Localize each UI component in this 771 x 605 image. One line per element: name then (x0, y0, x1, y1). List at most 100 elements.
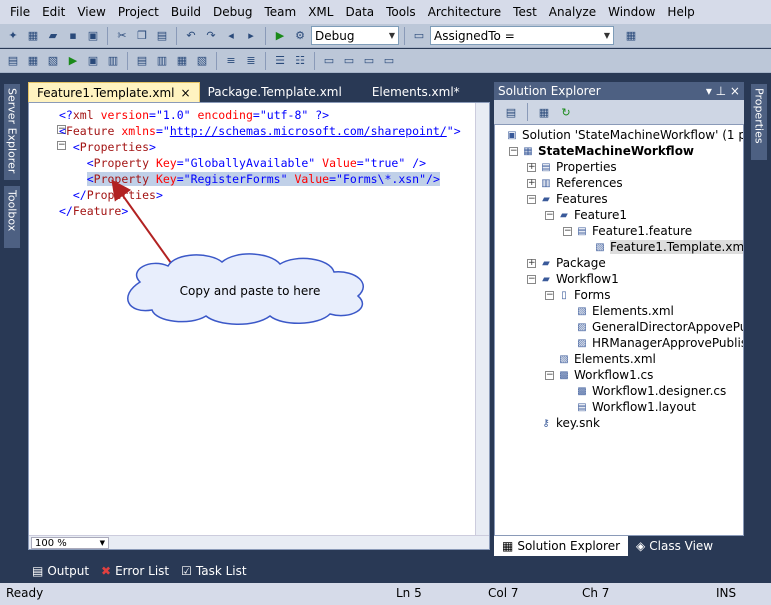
tree-node[interactable]: − ▦ StateMachineWorkflow (509, 143, 694, 159)
xml-file-icon: ▧ (577, 305, 587, 317)
solution-icon: ▣ (507, 129, 517, 141)
tree-node[interactable]: − ▯ Forms (545, 287, 610, 303)
tree-node[interactable]: ▩ Workflow1.designer.cs (563, 383, 726, 399)
properties-window-icon[interactable]: ▤ (502, 103, 520, 121)
tree-node[interactable]: ▨ GeneralDirectorAppovePublis (563, 319, 743, 335)
package-icon: ▰ (542, 257, 550, 269)
tree-node-label: Forms (574, 288, 611, 302)
collapse-icon[interactable]: − (527, 274, 536, 284)
tab-label: Class View (649, 539, 714, 553)
workflow-icon: ▰ (542, 273, 550, 285)
tree-node-label: Properties (556, 160, 617, 174)
form-file-icon: ▨ (577, 321, 587, 333)
tab-error-list[interactable]: ✖ Error List (97, 561, 173, 581)
xml-file-icon: ▧ (559, 353, 569, 365)
tree-node-label: Workflow1.cs (574, 368, 654, 382)
tree-node-label: Features (556, 192, 608, 206)
class-view-icon: ◈ (636, 539, 646, 553)
tree-node-label: key.snk (556, 416, 600, 430)
expand-icon[interactable]: + (527, 162, 536, 172)
feature-file-icon: ▤ (577, 225, 587, 237)
tree-node[interactable]: − ▤ Feature1.feature (563, 223, 692, 239)
collapse-icon[interactable]: − (509, 146, 518, 156)
tree-node[interactable]: ▤ Workflow1.layout (563, 399, 696, 415)
toolbar-separator (527, 103, 528, 121)
refresh-icon[interactable]: ↻ (557, 103, 575, 121)
solution-explorer-titlebar: Solution Explorer ▾ ⊥ × (494, 82, 744, 100)
collapse-icon[interactable]: − (545, 290, 554, 300)
solution-explorer-toolbar: ▤ ▦ ↻ (494, 100, 744, 124)
tree-node-label: Feature1.feature (592, 224, 693, 238)
collapse-icon[interactable]: − (545, 370, 554, 380)
feature-icon: ▰ (560, 209, 568, 221)
bottom-tool-tabs: ▤ Output ✖ Error List ☑ Task List (28, 561, 251, 581)
properties-icon: ▤ (541, 161, 551, 173)
annotation-text: Copy and paste to here (179, 284, 321, 298)
status-text: Ready (6, 586, 44, 600)
tree-node[interactable]: − ▰ Features (527, 191, 608, 207)
collapse-icon[interactable]: − (563, 226, 572, 236)
tree-node[interactable]: − ▰ Workflow1 (527, 271, 619, 287)
project-icon: ▦ (523, 145, 533, 157)
tab-output[interactable]: ▤ Output (28, 561, 93, 581)
references-icon: ▥ (541, 177, 551, 189)
tree-node[interactable]: − ▩ Workflow1.cs (545, 367, 653, 383)
expand-icon[interactable]: + (527, 258, 536, 268)
task-list-icon: ☑ (181, 564, 192, 578)
tree-node-label: HRManagerApprovePublish.x (592, 336, 743, 350)
tree-node[interactable]: ▣ Solution 'StateMachineWorkflow' (1 proj… (505, 127, 743, 143)
tree-node-label: Workflow1.layout (592, 400, 696, 414)
solution-explorer-tabs: ▦ Solution Explorer ◈ Class View (494, 536, 744, 556)
tree-node-label: Package (556, 256, 606, 270)
status-insert-mode: INS (716, 586, 737, 600)
expand-icon[interactable]: + (527, 178, 536, 188)
tree-node[interactable]: + ▥ References (527, 175, 623, 191)
xml-file-icon: ▧ (595, 241, 605, 253)
status-char: Ch 7 (582, 586, 610, 600)
tree-node[interactable]: + ▰ Package (527, 255, 606, 271)
tree-node-label: Elements.xml (574, 352, 656, 366)
tree-node[interactable]: ⚷ key.snk (527, 415, 600, 431)
tree-node-label: Elements.xml (592, 304, 674, 318)
annotation-arrow (111, 179, 177, 271)
tree-node[interactable]: ▨ HRManagerApprovePublish.x (563, 335, 743, 351)
status-line: Ln 5 (396, 586, 422, 600)
output-icon: ▤ (32, 564, 44, 578)
tree-node-label: Feature1 (574, 208, 627, 222)
solution-explorer-title: Solution Explorer (498, 84, 601, 98)
forms-folder-icon: ▯ (561, 289, 567, 301)
tree-node-label: Workflow1 (556, 272, 619, 286)
tab-label: Error List (115, 564, 170, 578)
tree-node[interactable]: ▧ Feature1.Template.xml (581, 239, 743, 255)
tree-node-label: Feature1.Template.xml (610, 240, 743, 254)
tree-node-label: Solution 'StateMachineWorkflow' (1 proje… (522, 128, 743, 142)
tree-node[interactable]: ▧ Elements.xml (563, 303, 674, 319)
tab-task-list[interactable]: ☑ Task List (177, 561, 250, 581)
layout-file-icon: ▤ (577, 401, 587, 413)
show-all-files-icon[interactable]: ▦ (535, 103, 553, 121)
tree-node[interactable]: − ▰ Feature1 (545, 207, 627, 223)
cs-file-icon: ▩ (559, 369, 569, 381)
tree-node[interactable]: + ▤ Properties (527, 159, 617, 175)
tree-node-label: StateMachineWorkflow (538, 144, 695, 158)
solution-tree: ▣ Solution 'StateMachineWorkflow' (1 proj… (494, 124, 744, 536)
tab-label: Task List (195, 564, 247, 578)
status-column: Col 7 (488, 586, 519, 600)
solution-explorer-icon: ▦ (502, 539, 514, 553)
tab-class-view[interactable]: ◈ Class View (628, 536, 721, 556)
status-bar: Ready Ln 5 Col 7 Ch 7 INS (0, 583, 771, 605)
tab-solution-explorer[interactable]: ▦ Solution Explorer (494, 536, 629, 556)
tree-node-label: References (556, 176, 623, 190)
folder-icon: ▰ (542, 193, 550, 205)
tab-label: Solution Explorer (517, 539, 621, 553)
collapse-icon[interactable]: − (527, 194, 536, 204)
error-list-icon: ✖ (101, 564, 112, 578)
form-file-icon: ▨ (577, 337, 587, 349)
collapse-icon[interactable]: − (545, 210, 554, 220)
pin-icon[interactable]: ▾ ⊥ × (706, 84, 740, 98)
tree-node-label: Workflow1.designer.cs (592, 384, 727, 398)
cs-file-icon: ▩ (577, 385, 587, 397)
tree-node[interactable]: ▧ Elements.xml (545, 351, 656, 367)
tree-node-label: GeneralDirectorAppovePublis (592, 320, 743, 334)
tab-label: Output (47, 564, 90, 578)
